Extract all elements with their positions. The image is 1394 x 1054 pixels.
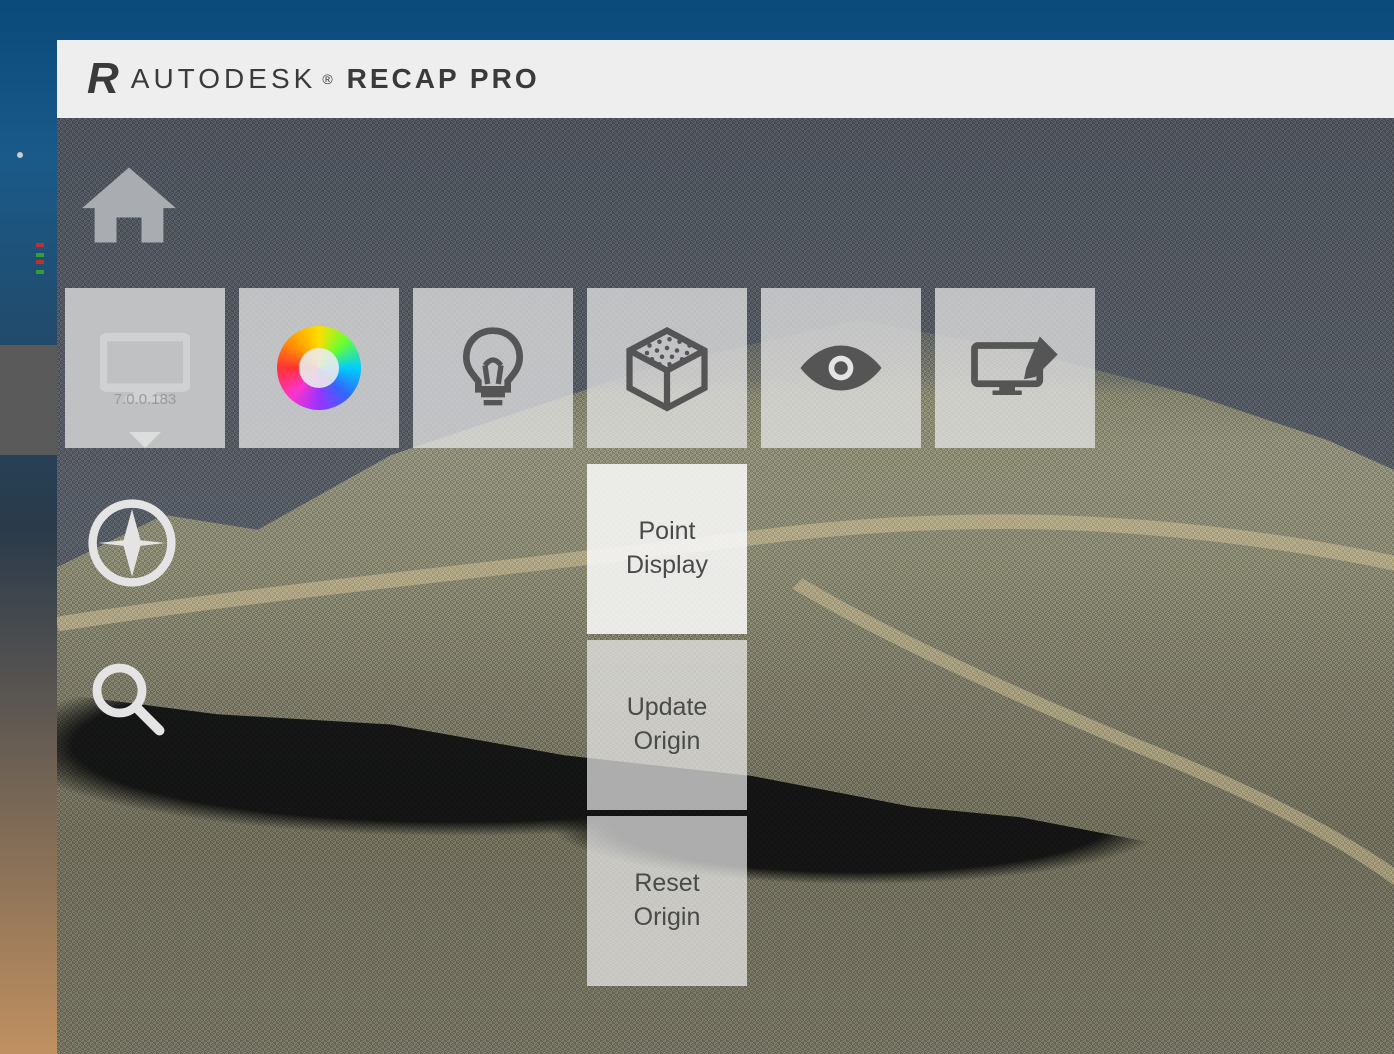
menu-label: Display — [626, 549, 708, 583]
edge-mark — [36, 260, 44, 264]
menu-label: Update — [627, 691, 708, 725]
app-header: R AUTODESK ® RECAP PRO — [57, 40, 1394, 118]
menu-reset-origin[interactable]: Reset Origin — [587, 816, 747, 986]
edge-dot — [17, 152, 23, 158]
edge-mark — [36, 243, 44, 247]
version-label: 7.0.0.183 — [65, 391, 225, 408]
compass-button[interactable] — [87, 498, 177, 588]
menu-label: Reset — [634, 867, 701, 901]
search-button[interactable] — [87, 658, 167, 738]
color-wheel-icon — [274, 323, 364, 413]
menu-label: Origin — [634, 901, 701, 935]
display-toolbar: 7.0.0.183 — [65, 288, 1095, 448]
menu-point-display[interactable]: Point Display — [587, 464, 747, 634]
search-icon — [87, 658, 167, 738]
menu-label: Origin — [627, 725, 708, 759]
app-logo-icon: R — [87, 54, 117, 104]
points-dropdown: Point Display Update Origin Reset Origin — [587, 464, 747, 992]
lightbulb-icon — [448, 323, 538, 413]
home-icon — [79, 160, 179, 250]
edge-mark — [36, 253, 44, 257]
app-window: R AUTODESK ® RECAP PRO — [57, 40, 1394, 1054]
menu-update-origin[interactable]: Update Origin — [587, 640, 747, 810]
edge-mark — [36, 270, 44, 274]
brand-autodesk: AUTODESK — [131, 63, 317, 95]
parent-window-tab — [0, 345, 57, 455]
tool-color-mode[interactable] — [239, 288, 399, 448]
home-button[interactable] — [79, 160, 179, 250]
point-cube-icon — [622, 323, 712, 413]
eye-icon — [796, 323, 886, 413]
brand-product: RECAP PRO — [347, 63, 540, 95]
tool-lighting[interactable] — [413, 288, 573, 448]
tool-display-settings[interactable]: 7.0.0.183 — [65, 288, 225, 448]
compass-icon — [87, 498, 177, 588]
menu-label: Point — [626, 515, 708, 549]
registered-mark: ® — [322, 71, 332, 87]
tool-visibility[interactable] — [761, 288, 921, 448]
tool-points[interactable] — [587, 288, 747, 448]
tool-ui-theme[interactable] — [935, 288, 1095, 448]
screen-pen-icon — [970, 323, 1060, 413]
viewport-3d[interactable]: 7.0.0.183 — [57, 118, 1394, 1054]
